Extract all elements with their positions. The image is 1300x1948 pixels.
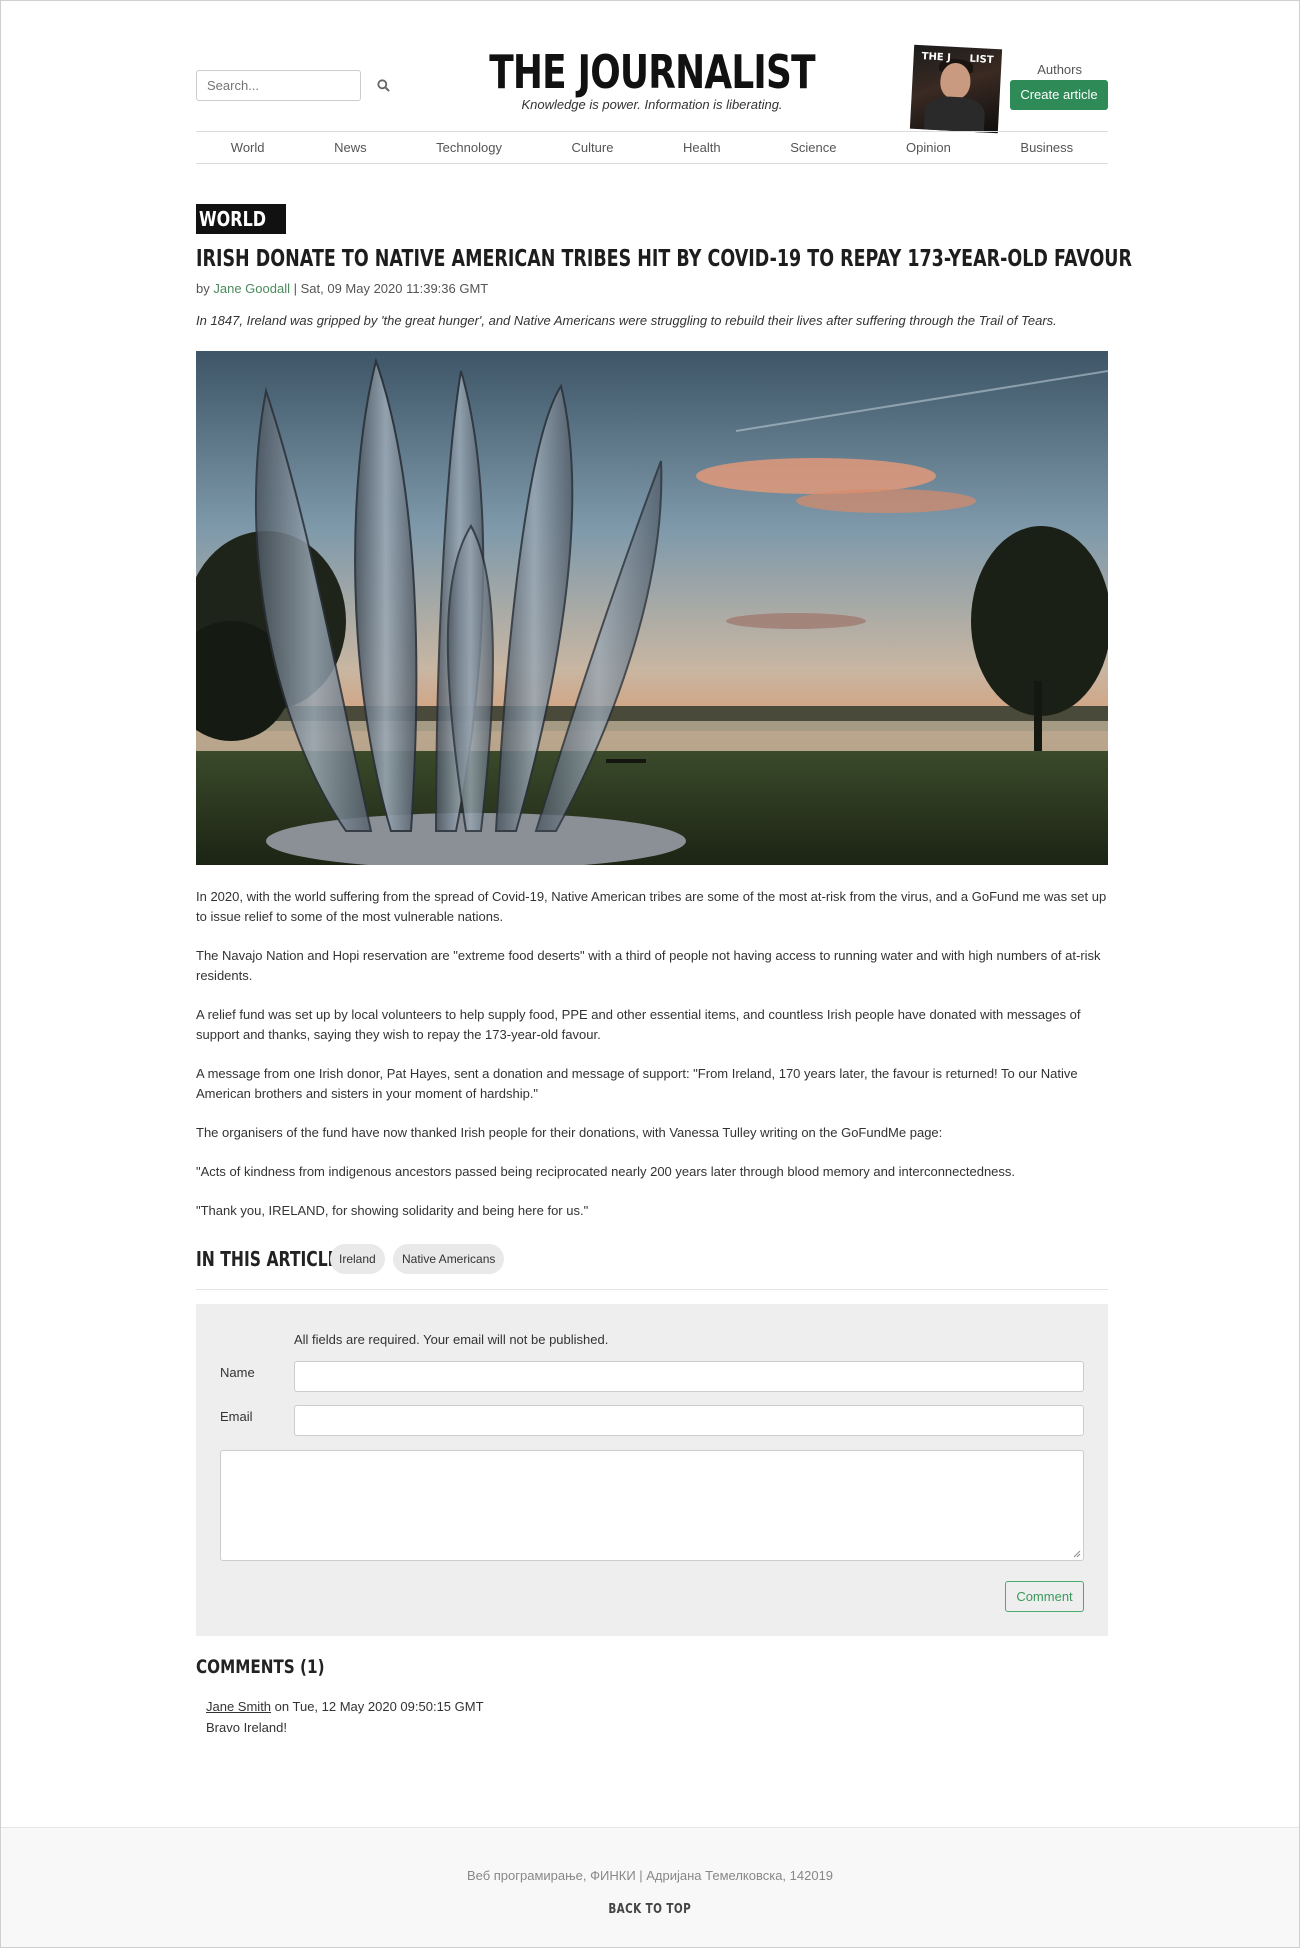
article-paragraph: The organisers of the fund have now than… <box>196 1125 943 1140</box>
authors-link[interactable]: Authors <box>1037 62 1082 77</box>
byline-by: by <box>196 281 210 296</box>
nav-item-news[interactable]: News <box>334 140 367 155</box>
email-field[interactable] <box>294 1405 1084 1436</box>
article-paragraph: In 2020, with the world suffering from t… <box>196 889 1107 924</box>
comment-text: Bravo Ireland! <box>206 1720 287 1735</box>
article-lead: In 1847, Ireland was gripped by 'the gre… <box>196 313 1057 328</box>
article-date: | Sat, 09 May 2020 11:39:36 GMT <box>293 281 489 296</box>
nav-item-science[interactable]: Science <box>790 140 836 155</box>
article-paragraph: A relief fund was set up by local volunt… <box>196 1007 1081 1042</box>
tag-native-americans[interactable]: Native Americans <box>393 1244 505 1274</box>
article-headline: IRISH DONATE TO NATIVE AMERICAN TRIBES H… <box>196 246 1132 272</box>
article-paragraph: The Navajo Nation and Hopi reservation a… <box>196 948 1101 983</box>
category-badge-label: WORLD <box>199 207 267 231</box>
footer-credits: Веб програмирање, ФИНКИ | Адријана Темел… <box>466 1868 834 1883</box>
nav-item-culture[interactable]: Culture <box>572 140 614 155</box>
nav-item-opinion[interactable]: Opinion <box>906 140 951 155</box>
site-title[interactable]: THE JOURNALIST <box>296 45 1007 99</box>
site-footer: Веб програмирање, ФИНКИ | Адријана Темел… <box>1 1827 1299 1947</box>
magazine-cover-image[interactable]: THE J LIST <box>909 44 1003 134</box>
article-paragraph: A message from one Irish donor, Pat Haye… <box>196 1066 1078 1101</box>
article-paragraph: "Thank you, IRELAND, for showing solidar… <box>196 1203 589 1218</box>
article-paragraph: "Acts of kindness from indigenous ancest… <box>196 1164 1016 1179</box>
nav-item-world[interactable]: World <box>231 140 265 155</box>
magazine-title-right: LIST <box>969 53 994 66</box>
nav-item-technology[interactable]: Technology <box>436 140 502 155</box>
nav-item-health[interactable]: Health <box>683 140 721 155</box>
magazine-title-left: THE J <box>921 51 952 64</box>
comment-meta: Jane Smith on Tue, 12 May 2020 09:50:15 … <box>206 1699 484 1714</box>
article-body: In 2020, with the world suffering from t… <box>196 887 1108 1240</box>
comment-date: on Tue, 12 May 2020 09:50:15 GMT <box>274 1699 484 1714</box>
nav-item-business[interactable]: Business <box>1020 140 1073 155</box>
article-byline: by Jane Goodall | Sat, 09 May 2020 11:39… <box>196 281 488 296</box>
article-tags: IN THIS ARTICLE: Ireland Native American… <box>196 1241 1108 1291</box>
back-to-top-link[interactable]: BACK TO TOP <box>609 1902 692 1917</box>
comment-form: All fields are required. Your email will… <box>196 1304 1108 1636</box>
category-nav: World News Technology Culture Health Sci… <box>196 131 1108 164</box>
name-label: Name <box>220 1365 255 1380</box>
create-article-button[interactable]: Create article <box>1010 80 1108 110</box>
site-header: THE JOURNALIST Knowledge is power. Infor… <box>196 41 1108 134</box>
name-field[interactable] <box>294 1361 1084 1392</box>
email-label: Email <box>220 1409 253 1424</box>
tags-title: IN THIS ARTICLE: <box>196 1247 345 1271</box>
comment-submit-button[interactable]: Comment <box>1005 1581 1084 1612</box>
comment-textarea[interactable] <box>220 1450 1084 1561</box>
form-note: All fields are required. Your email will… <box>294 1332 609 1347</box>
category-badge[interactable]: WORLD <box>196 204 286 234</box>
author-link[interactable]: Jane Goodall <box>213 281 290 296</box>
comments-title: COMMENTS (1) <box>196 1656 325 1678</box>
comment-user-link[interactable]: Jane Smith <box>206 1699 271 1714</box>
divider <box>196 1289 1108 1290</box>
resize-handle-icon[interactable] <box>1073 1550 1081 1558</box>
article-hero-image <box>196 351 1108 865</box>
tag-ireland[interactable]: Ireland <box>330 1244 385 1274</box>
